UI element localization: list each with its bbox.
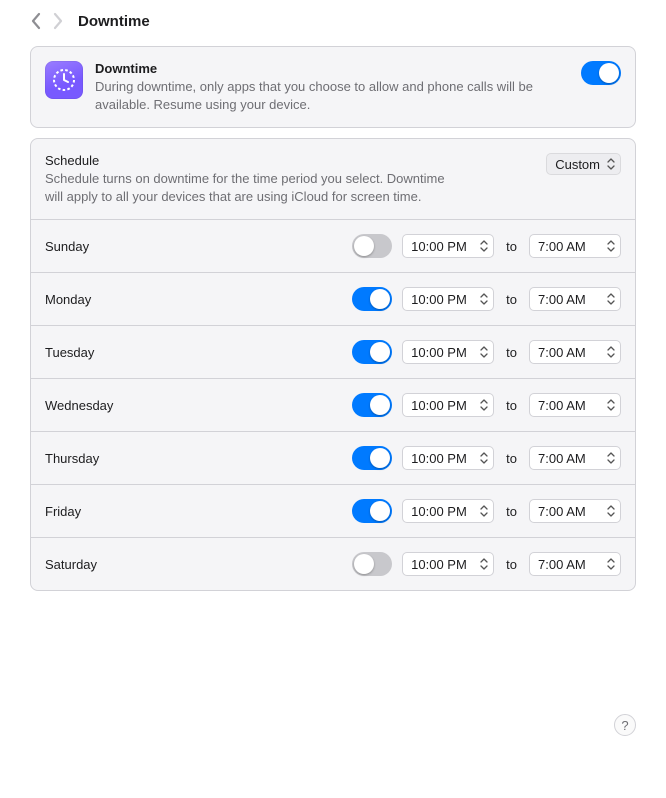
schedule-row: Saturday 10:00 PM to 7:00 AM xyxy=(31,537,635,590)
start-time-value: 10:00 PM xyxy=(411,557,473,572)
to-label: to xyxy=(506,504,517,519)
chevron-up-down-icon xyxy=(604,396,618,414)
to-label: to xyxy=(506,557,517,572)
day-toggle[interactable] xyxy=(352,340,392,364)
day-label: Thursday xyxy=(45,451,342,466)
back-button[interactable] xyxy=(30,12,42,30)
schedule-row: Tuesday 10:00 PM to 7:00 AM xyxy=(31,325,635,378)
schedule-header: Schedule Schedule turns on downtime for … xyxy=(31,139,635,219)
start-time-value: 10:00 PM xyxy=(411,451,473,466)
start-time-stepper[interactable]: 10:00 PM xyxy=(402,499,494,523)
chevron-up-down-icon xyxy=(604,155,618,173)
day-toggle[interactable] xyxy=(352,499,392,523)
start-time-value: 10:00 PM xyxy=(411,345,473,360)
end-time-value: 7:00 AM xyxy=(538,557,600,572)
chevron-up-down-icon xyxy=(604,290,618,308)
end-time-value: 7:00 AM xyxy=(538,504,600,519)
start-time-stepper[interactable]: 10:00 PM xyxy=(402,287,494,311)
end-time-stepper[interactable]: 7:00 AM xyxy=(529,393,621,417)
chevron-up-down-icon xyxy=(477,290,491,308)
start-time-stepper[interactable]: 10:00 PM xyxy=(402,552,494,576)
schedule-row: Thursday 10:00 PM to 7:00 AM xyxy=(31,431,635,484)
schedule-panel: Schedule Schedule turns on downtime for … xyxy=(30,138,636,591)
to-label: to xyxy=(506,292,517,307)
schedule-title: Schedule xyxy=(45,153,536,168)
schedule-mode-dropdown[interactable]: Custom xyxy=(546,153,621,175)
day-label: Friday xyxy=(45,504,342,519)
end-time-value: 7:00 AM xyxy=(538,345,600,360)
schedule-row: Friday 10:00 PM to 7:00 AM xyxy=(31,484,635,537)
start-time-stepper[interactable]: 10:00 PM xyxy=(402,393,494,417)
chevron-up-down-icon xyxy=(477,396,491,414)
to-label: to xyxy=(506,239,517,254)
start-time-value: 10:00 PM xyxy=(411,398,473,413)
day-toggle[interactable] xyxy=(352,287,392,311)
start-time-value: 10:00 PM xyxy=(411,292,473,307)
header-bar: Downtime xyxy=(0,0,666,46)
day-toggle[interactable] xyxy=(352,393,392,417)
downtime-card-description: During downtime, only apps that you choo… xyxy=(95,78,569,113)
chevron-up-down-icon xyxy=(477,343,491,361)
chevron-up-down-icon xyxy=(477,237,491,255)
start-time-stepper[interactable]: 10:00 PM xyxy=(402,446,494,470)
schedule-mode-value: Custom xyxy=(555,157,600,172)
chevron-up-down-icon xyxy=(604,343,618,361)
chevron-up-down-icon xyxy=(604,237,618,255)
end-time-stepper[interactable]: 7:00 AM xyxy=(529,234,621,258)
start-time-value: 10:00 PM xyxy=(411,239,473,254)
day-label: Tuesday xyxy=(45,345,342,360)
to-label: to xyxy=(506,345,517,360)
day-toggle[interactable] xyxy=(352,446,392,470)
day-label: Sunday xyxy=(45,239,342,254)
schedule-row: Monday 10:00 PM to 7:00 AM xyxy=(31,272,635,325)
chevron-up-down-icon xyxy=(604,555,618,573)
end-time-stepper[interactable]: 7:00 AM xyxy=(529,287,621,311)
schedule-row: Wednesday 10:00 PM to 7:00 AM xyxy=(31,378,635,431)
schedule-row: Sunday 10:00 PM to 7:00 AM xyxy=(31,219,635,272)
nav-arrows xyxy=(30,12,64,30)
end-time-stepper[interactable]: 7:00 AM xyxy=(529,446,621,470)
forward-button[interactable] xyxy=(52,12,64,30)
chevron-up-down-icon xyxy=(477,449,491,467)
start-time-value: 10:00 PM xyxy=(411,504,473,519)
chevron-up-down-icon xyxy=(477,502,491,520)
day-toggle[interactable] xyxy=(352,234,392,258)
start-time-stepper[interactable]: 10:00 PM xyxy=(402,340,494,364)
end-time-value: 7:00 AM xyxy=(538,451,600,466)
page-title: Downtime xyxy=(78,13,150,30)
downtime-master-toggle[interactable] xyxy=(581,61,621,85)
day-label: Saturday xyxy=(45,557,342,572)
end-time-stepper[interactable]: 7:00 AM xyxy=(529,340,621,364)
day-toggle[interactable] xyxy=(352,552,392,576)
chevron-up-down-icon xyxy=(477,555,491,573)
schedule-description: Schedule turns on downtime for the time … xyxy=(45,170,465,205)
help-icon: ? xyxy=(621,718,628,733)
end-time-value: 7:00 AM xyxy=(538,398,600,413)
chevron-up-down-icon xyxy=(604,449,618,467)
chevron-up-down-icon xyxy=(604,502,618,520)
to-label: to xyxy=(506,398,517,413)
help-button[interactable]: ? xyxy=(614,714,636,736)
downtime-card-title: Downtime xyxy=(95,61,569,76)
start-time-stepper[interactable]: 10:00 PM xyxy=(402,234,494,258)
day-label: Monday xyxy=(45,292,342,307)
end-time-value: 7:00 AM xyxy=(538,292,600,307)
day-label: Wednesday xyxy=(45,398,342,413)
end-time-value: 7:00 AM xyxy=(538,239,600,254)
downtime-card: Downtime During downtime, only apps that… xyxy=(30,46,636,128)
end-time-stepper[interactable]: 7:00 AM xyxy=(529,552,621,576)
end-time-stepper[interactable]: 7:00 AM xyxy=(529,499,621,523)
downtime-icon xyxy=(45,61,83,99)
to-label: to xyxy=(506,451,517,466)
